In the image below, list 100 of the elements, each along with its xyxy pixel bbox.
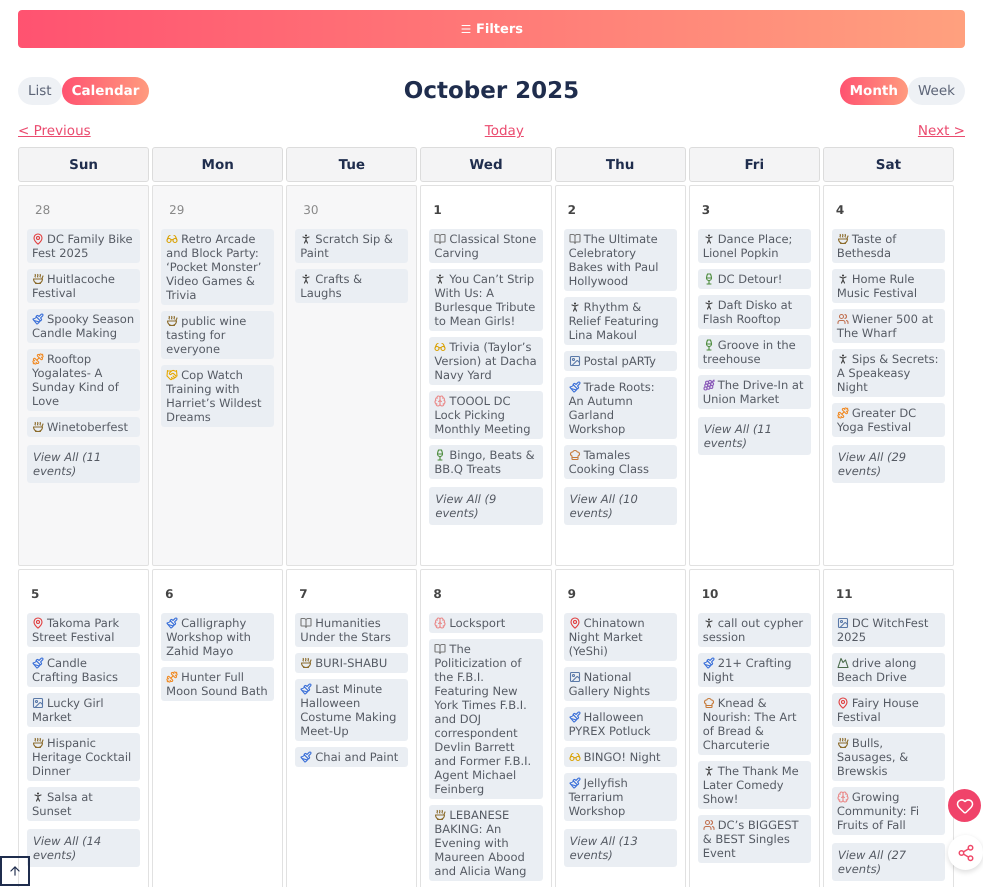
event-item[interactable]: DC WitchFest 2025 bbox=[832, 613, 945, 647]
person-icon bbox=[300, 273, 312, 285]
event-item[interactable]: Chai and Paint bbox=[295, 747, 408, 767]
event-item[interactable]: Classical Stone Carving bbox=[429, 229, 543, 263]
paintbrush-icon bbox=[300, 751, 312, 763]
event-item[interactable]: Candle Crafting Basics bbox=[27, 653, 140, 687]
event-item[interactable]: Locksport bbox=[429, 613, 543, 633]
event-item[interactable]: BURI-SHABU bbox=[295, 653, 408, 673]
event-item[interactable]: Crafts & Laughs bbox=[295, 269, 408, 303]
view-all-link[interactable]: View All (11 events) bbox=[698, 417, 811, 455]
event-item[interactable]: Knead & Nourish: The Art of Bread & Charcuterie bbox=[698, 693, 811, 755]
event-item[interactable]: Retro Arcade and Block Party: ‘Pocket Monster’ Video Games & Trivia bbox=[161, 229, 274, 305]
person-icon bbox=[702, 233, 715, 245]
view-all-link[interactable]: View All (29 events) bbox=[832, 445, 945, 483]
event-item[interactable]: Calligraphy Workshop with Zahid Mayo bbox=[161, 613, 274, 661]
favorite-button[interactable] bbox=[948, 789, 981, 822]
event-item[interactable]: The Ultimate Celebratory Bakes with Paul Hollywood bbox=[564, 229, 677, 291]
view-all-link[interactable]: View All (11 events) bbox=[27, 445, 140, 483]
event-item[interactable]: Bingo, Beats & BB.Q Treats bbox=[429, 445, 543, 479]
event-item[interactable]: Salsa at Sunset bbox=[27, 787, 140, 821]
view-all-link[interactable]: View All (27 events) bbox=[832, 843, 945, 881]
event-item[interactable]: The Thank Me Later Comedy Show! bbox=[698, 761, 811, 809]
day-number: 2 bbox=[566, 203, 576, 217]
next-link[interactable]: Next > bbox=[918, 123, 965, 143]
view-all-link[interactable]: View All (10 events) bbox=[564, 487, 677, 525]
event-item[interactable]: Daft Disko at Flash Rooftop bbox=[698, 295, 811, 329]
event-item[interactable]: Hispanic Heritage Cocktail Dinner bbox=[27, 733, 140, 781]
event-item[interactable]: LEBANESE BAKING: An Evening with Maureen Abood and Alicia Wang bbox=[429, 805, 543, 881]
event-item[interactable]: Bulls, Sausages, & Brewskis bbox=[832, 733, 945, 781]
image-icon bbox=[836, 617, 849, 629]
event-item[interactable]: drive along Beach Drive bbox=[832, 653, 945, 687]
chef-hat-icon bbox=[568, 449, 581, 461]
event-item[interactable]: Fairy House Festival bbox=[832, 693, 945, 727]
event-item[interactable]: Trivia (Taylor’s Version) at Dacha Navy Yard bbox=[429, 337, 543, 385]
event-item[interactable]: 21+ Crafting Night bbox=[698, 653, 811, 687]
event-item[interactable]: DC’s BIGGEST & BEST Singles Event bbox=[698, 815, 811, 863]
event-item[interactable]: Rhythm & Relief Featuring Lina Makoul bbox=[564, 297, 677, 345]
day-number: 28 bbox=[34, 203, 50, 217]
event-item[interactable]: Postal pARTy bbox=[564, 351, 677, 371]
paintbrush-icon bbox=[300, 683, 312, 695]
event-item[interactable]: Humanities Under the Stars bbox=[295, 613, 408, 647]
event-item[interactable]: Cop Watch Training with Harriet’s Wildest Dreams bbox=[161, 365, 274, 427]
event-item[interactable]: Groove in the treehouse bbox=[698, 335, 811, 369]
person-icon bbox=[836, 353, 849, 365]
event-item[interactable]: National Gallery Nights bbox=[564, 667, 677, 701]
event-item[interactable]: TOOOL DC Lock Picking Monthly Meeting bbox=[429, 391, 543, 439]
event-item[interactable]: DC Detour! bbox=[698, 269, 811, 289]
event-item[interactable]: Home Rule Music Festival bbox=[832, 269, 945, 303]
bowl-icon bbox=[300, 657, 312, 669]
weekday-header: Sun bbox=[18, 147, 150, 182]
event-item[interactable]: Tamales Cooking Class bbox=[564, 445, 677, 479]
event-item[interactable]: Growing Community: Fi Fruits of Fall bbox=[832, 787, 945, 835]
bowl-icon bbox=[434, 809, 446, 821]
event-item[interactable]: Trade Roots: An Autumn Garland Workshop bbox=[564, 377, 677, 439]
event-item[interactable]: Greater DC Yoga Festival bbox=[832, 403, 945, 437]
event-item[interactable]: BINGO! Night bbox=[564, 747, 677, 767]
brain-icon bbox=[434, 617, 446, 629]
event-item[interactable]: Winetoberfest bbox=[27, 417, 140, 437]
handshake-icon bbox=[166, 369, 178, 381]
share-button[interactable] bbox=[948, 835, 983, 870]
view-all-link[interactable]: View All (13 events) bbox=[564, 829, 677, 867]
person-icon bbox=[32, 791, 44, 803]
view-all-link[interactable]: View All (14 events) bbox=[27, 829, 140, 867]
event-item[interactable]: Last Minute Halloween Costume Making Meet-Up bbox=[295, 679, 408, 741]
event-item[interactable]: Scratch Sip & Paint bbox=[295, 229, 408, 263]
event-item[interactable]: Takoma Park Street Festival bbox=[27, 613, 140, 647]
event-item[interactable]: DC Family Bike Fest 2025 bbox=[27, 229, 140, 263]
event-item[interactable]: The Politicization of the F.B.I. Featuring New York Times F.B.I. and DOJ correspondent Devlin Barrett and Former F.B.I. Agent Michael Feinberg bbox=[429, 639, 543, 799]
event-item[interactable]: public wine tasting for everyone bbox=[161, 311, 274, 359]
event-item[interactable]: Dance Place; Lionel Popkin bbox=[698, 229, 811, 263]
event-item[interactable]: call out cypher session bbox=[698, 613, 811, 647]
dumbbell-icon bbox=[166, 671, 178, 683]
event-item[interactable]: Jellyfish Terrarium Workshop bbox=[564, 773, 677, 821]
event-item[interactable]: Hunter Full Moon Sound Bath bbox=[161, 667, 274, 701]
event-item[interactable]: You Can’t Strip With Us: A Burlesque Tribute to Mean Girls! bbox=[429, 269, 543, 331]
event-item[interactable]: Huitlacoche Festival bbox=[27, 269, 140, 303]
today-link[interactable]: Today bbox=[484, 123, 524, 143]
event-item[interactable]: Lucky Girl Market bbox=[27, 693, 140, 727]
event-item[interactable]: Chinatown Night Market (YeShi) bbox=[564, 613, 677, 661]
people-icon bbox=[702, 819, 715, 831]
view-all-link[interactable]: View All (9 events) bbox=[429, 487, 543, 525]
paintbrush-icon bbox=[568, 381, 581, 393]
previous-link[interactable]: < Previous bbox=[18, 123, 91, 143]
event-item[interactable]: The Drive-In at Union Market bbox=[698, 375, 811, 409]
event-item[interactable]: Spooky Season Candle Making bbox=[27, 309, 140, 343]
back-to-top-button[interactable] bbox=[0, 856, 30, 886]
event-item[interactable]: Wiener 500 at The Wharf bbox=[832, 309, 945, 343]
bowl-icon bbox=[32, 421, 44, 433]
image-icon bbox=[32, 697, 44, 709]
map-pin-icon bbox=[32, 617, 44, 629]
event-item[interactable]: Halloween PYREX Potluck bbox=[564, 707, 677, 741]
event-item[interactable]: Rooftop Yogalates- A Sunday Kind of Love bbox=[27, 349, 140, 411]
book-icon bbox=[434, 643, 446, 655]
event-item[interactable]: Taste of Bethesda bbox=[832, 229, 945, 263]
view-tab[interactable]: List bbox=[18, 77, 62, 105]
event-item[interactable]: Sips & Secrets: A Speakeasy Night bbox=[832, 349, 945, 397]
range-tab[interactable]: Week bbox=[908, 77, 965, 105]
bowl-icon bbox=[32, 273, 44, 285]
paintbrush-icon bbox=[32, 313, 44, 325]
day-number: 7 bbox=[298, 587, 308, 601]
